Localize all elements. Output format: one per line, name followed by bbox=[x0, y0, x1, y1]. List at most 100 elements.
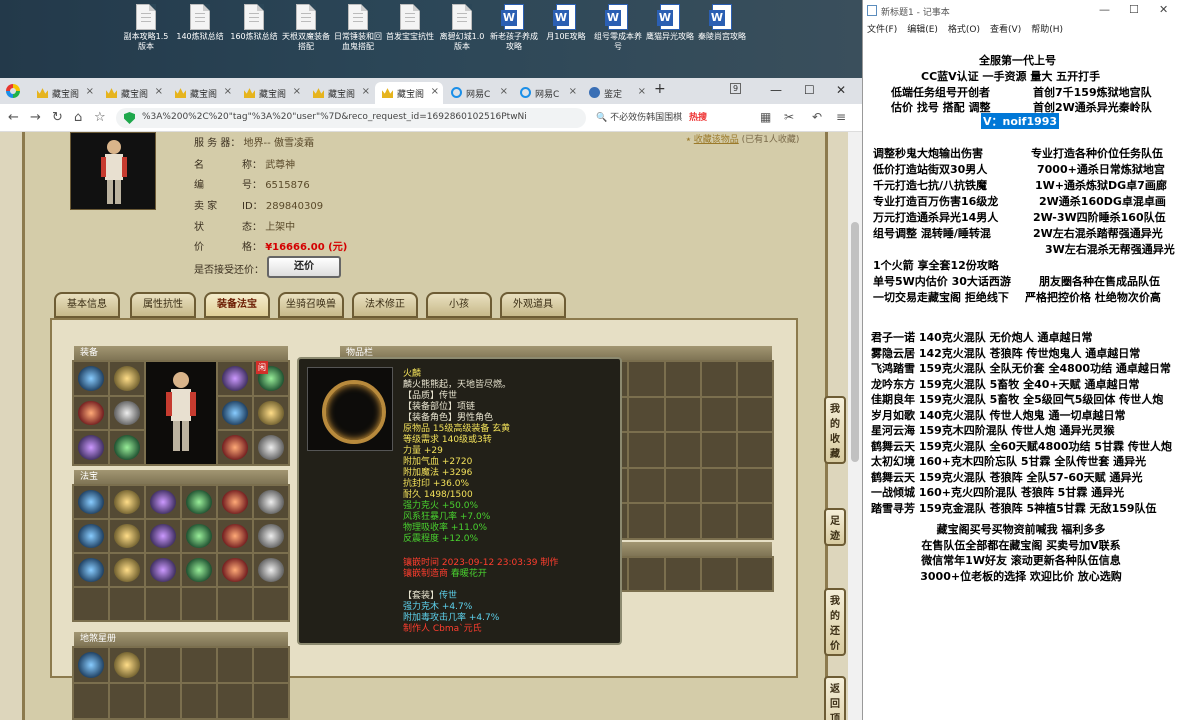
empty-slot[interactable] bbox=[74, 684, 108, 718]
game-tab[interactable]: 法术修正 bbox=[352, 292, 418, 318]
equip-slot-icon[interactable] bbox=[110, 362, 144, 395]
empty-slot[interactable] bbox=[218, 588, 252, 620]
game-tab[interactable]: 小孩 bbox=[426, 292, 492, 318]
page-scrollbar[interactable] bbox=[848, 132, 862, 720]
empty-slot[interactable] bbox=[737, 558, 772, 590]
close-tab-icon[interactable]: × bbox=[569, 86, 577, 97]
item-slot-icon[interactable] bbox=[74, 520, 108, 552]
equip-slot-icon[interactable] bbox=[74, 396, 108, 430]
close-window-icon[interactable]: ✕ bbox=[836, 83, 846, 97]
equip-slot-icon[interactable] bbox=[218, 396, 252, 430]
item-slot-icon[interactable] bbox=[146, 554, 180, 586]
hot-search-badge[interactable]: 热搜 bbox=[689, 113, 707, 123]
browser-tab[interactable]: 网易C × bbox=[444, 82, 512, 104]
favorite-link-text[interactable]: 收藏该物品 bbox=[694, 135, 739, 145]
game-tab[interactable]: 外观道具 bbox=[500, 292, 566, 318]
item-slot-icon[interactable] bbox=[218, 554, 252, 586]
desktop-icon[interactable]: 副本攻略1.5版本 bbox=[120, 4, 172, 52]
empty-slot[interactable] bbox=[629, 558, 664, 590]
close-tab-icon[interactable]: × bbox=[86, 86, 94, 97]
browser-tab[interactable]: 藏宝阁 × bbox=[375, 82, 443, 104]
empty-slot[interactable] bbox=[665, 397, 700, 432]
close-tab-icon[interactable]: × bbox=[431, 86, 439, 97]
equip-slot-icon[interactable] bbox=[110, 396, 144, 430]
close-tab-icon[interactable]: × bbox=[155, 86, 163, 97]
grid-apps-icon[interactable]: ▦ bbox=[760, 110, 771, 124]
desktop-icon[interactable]: 新老孩子养成攻略 bbox=[488, 4, 540, 52]
empty-slot[interactable] bbox=[701, 558, 736, 590]
desktop-icon[interactable]: 首发宝宝抗性 bbox=[384, 4, 436, 42]
home-icon[interactable]: ⌂ bbox=[74, 110, 82, 125]
side-button[interactable]: 返回顶部 bbox=[824, 676, 846, 720]
item-slot-icon[interactable] bbox=[182, 520, 216, 552]
browser-tab[interactable]: 网易C × bbox=[513, 82, 581, 104]
notepad-menu-item[interactable]: 帮助(H) bbox=[1031, 25, 1063, 35]
notepad-menu-item[interactable]: 查看(V) bbox=[990, 25, 1021, 35]
item-slot-icon[interactable] bbox=[146, 520, 180, 552]
bookmark-star-icon[interactable]: ☆ bbox=[94, 110, 106, 125]
item-slot-icon[interactable] bbox=[110, 486, 144, 518]
maximize-icon[interactable]: ☐ bbox=[804, 83, 815, 97]
empty-slot[interactable] bbox=[110, 588, 144, 620]
game-tab[interactable]: 装备法宝 bbox=[204, 292, 270, 318]
browser-tab[interactable]: 藏宝阁 × bbox=[168, 82, 236, 104]
side-button[interactable]: 我的收藏 bbox=[824, 396, 846, 464]
empty-slot[interactable] bbox=[146, 588, 180, 620]
empty-slot[interactable] bbox=[737, 468, 772, 503]
item-slot-icon[interactable] bbox=[218, 520, 252, 552]
desktop-icon[interactable]: 秦陵尚宫攻略 bbox=[696, 4, 748, 42]
desktop-icon[interactable]: 离碧幻城1.0版本 bbox=[436, 4, 488, 52]
item-slot-icon[interactable] bbox=[110, 648, 144, 682]
scrollbar-thumb[interactable] bbox=[851, 222, 859, 462]
empty-slot[interactable] bbox=[737, 433, 772, 467]
empty-slot[interactable] bbox=[629, 362, 664, 396]
item-slot-icon[interactable] bbox=[74, 648, 108, 682]
notepad-menu-item[interactable]: 编辑(E) bbox=[907, 25, 938, 35]
game-tab[interactable]: 属性抗性 bbox=[130, 292, 196, 318]
browser-tab[interactable]: 藏宝阁 × bbox=[99, 82, 167, 104]
notepad-maximize-icon[interactable]: ☐ bbox=[1129, 3, 1139, 16]
empty-slot[interactable] bbox=[629, 397, 664, 432]
desktop-icon[interactable]: 组号零成本养号 bbox=[592, 4, 644, 52]
address-bar[interactable]: %3A%200%2C%20"tag"%3A%20"user"%7D&reco_r… bbox=[116, 108, 586, 128]
desktop-icon[interactable]: 月10E攻略 bbox=[540, 4, 592, 42]
equip-slot-icon[interactable] bbox=[218, 362, 252, 395]
equip-slot-icon[interactable] bbox=[254, 431, 288, 464]
item-slot-icon[interactable] bbox=[182, 486, 216, 518]
empty-slot[interactable] bbox=[701, 468, 736, 503]
empty-slot[interactable] bbox=[254, 684, 288, 718]
new-tab-button[interactable]: + bbox=[654, 81, 666, 97]
refresh-icon[interactable]: ↻ bbox=[52, 110, 63, 125]
desktop-icon[interactable]: 天根双魔装备搭配 bbox=[280, 4, 332, 52]
close-tab-icon[interactable]: × bbox=[638, 86, 646, 97]
empty-slot[interactable] bbox=[701, 397, 736, 432]
empty-slot[interactable] bbox=[701, 362, 736, 396]
empty-slot[interactable] bbox=[182, 648, 216, 682]
browser-tab[interactable]: 藏宝阁 × bbox=[237, 82, 305, 104]
empty-slot[interactable] bbox=[182, 588, 216, 620]
empty-slot[interactable] bbox=[737, 397, 772, 432]
empty-slot[interactable] bbox=[629, 433, 664, 467]
desktop-icon[interactable]: 140炼狱总结 bbox=[174, 4, 226, 42]
notepad-menu-item[interactable]: 文件(F) bbox=[867, 25, 897, 35]
browser-logo-icon[interactable] bbox=[6, 84, 20, 98]
empty-slot[interactable] bbox=[182, 684, 216, 718]
equip-slot-icon[interactable] bbox=[254, 396, 288, 430]
item-slot-icon[interactable] bbox=[110, 554, 144, 586]
item-slot-icon[interactable] bbox=[218, 486, 252, 518]
empty-slot[interactable] bbox=[665, 558, 700, 590]
equip-slot-icon[interactable] bbox=[218, 431, 252, 464]
notepad-close-icon[interactable]: ✕ bbox=[1159, 3, 1168, 16]
search-box[interactable]: 🔍 不必效伤韩国围棋 热搜 bbox=[596, 110, 746, 123]
empty-slot[interactable] bbox=[701, 504, 736, 538]
empty-slot[interactable] bbox=[665, 504, 700, 538]
item-slot-icon[interactable] bbox=[146, 486, 180, 518]
item-slot-icon[interactable] bbox=[110, 520, 144, 552]
empty-slot[interactable] bbox=[146, 684, 180, 718]
empty-slot[interactable] bbox=[254, 648, 288, 682]
game-tab[interactable]: 基本信息 bbox=[54, 292, 120, 318]
empty-slot[interactable] bbox=[218, 648, 252, 682]
favorite-link[interactable]: ⭑ 收藏该物品 (已有1人收藏) bbox=[686, 132, 799, 145]
empty-slot[interactable] bbox=[218, 684, 252, 718]
empty-slot[interactable] bbox=[737, 362, 772, 396]
